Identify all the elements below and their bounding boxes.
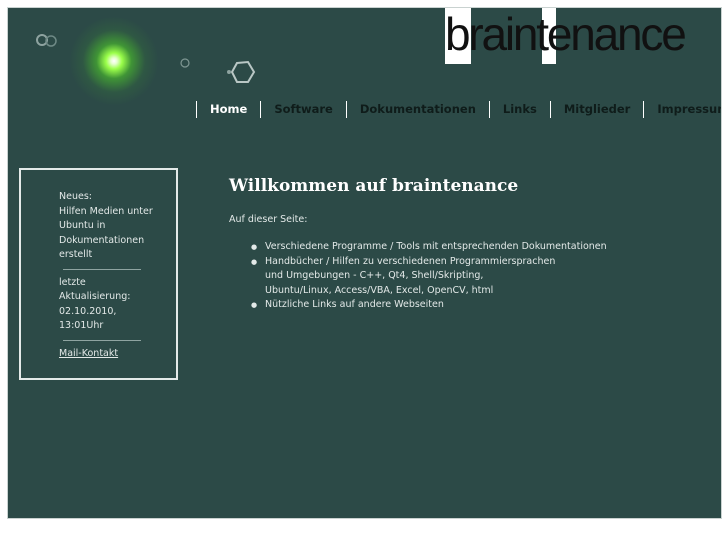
nav-impressum[interactable]: Impressum: [643, 100, 721, 118]
page-frame: braintenance Home Software Dokumentation…: [7, 7, 722, 519]
page-title: Willkommen auf braintenance: [229, 176, 519, 196]
logo-wordmark: braintenance: [445, 8, 687, 60]
update-block: letzte Aktualisierung: 02.10.2010, 13:01…: [59, 276, 154, 334]
list-item: Verschiedene Programme / Tools mit entsp…: [251, 240, 607, 255]
bubble-decoration-icon: [36, 34, 57, 47]
nav-home[interactable]: Home: [196, 100, 260, 118]
nav-links[interactable]: Links: [488, 100, 550, 118]
update-date: 02.10.2010,: [59, 305, 117, 317]
list-item: Nützliche Links auf andere Webseiten: [251, 298, 607, 313]
sidebar-divider: [63, 268, 141, 270]
sidebar-divider: [63, 339, 141, 341]
small-bubble-icon: [180, 58, 190, 68]
mail-contact-link[interactable]: Mail-Kontakt: [59, 348, 118, 359]
news-text: Hilfen Medien unter: [59, 205, 153, 217]
main-navigation: Home Software Dokumentationen Links Mitg…: [196, 100, 721, 118]
feature-list: Verschiedene Programme / Tools mit entsp…: [251, 240, 607, 313]
news-block: Neues: Hilfen Medien unter Ubuntu in Dok…: [59, 190, 154, 263]
nav-dokumentationen[interactable]: Dokumentationen: [345, 100, 489, 118]
news-text: erstellt: [59, 249, 93, 260]
info-sidebar: Neues: Hilfen Medien unter Ubuntu in Dok…: [19, 168, 178, 380]
update-label: Aktualisierung:: [59, 291, 131, 302]
hexagon-decoration-icon: [227, 60, 256, 83]
news-text: Ubuntu in: [59, 220, 106, 231]
site-logo[interactable]: braintenance: [445, 8, 715, 64]
glow-decoration-icon: [70, 17, 158, 105]
nav-software[interactable]: Software: [260, 100, 346, 118]
nav-mitglieder[interactable]: Mitglieder: [549, 100, 644, 118]
update-label: letzte: [59, 276, 86, 288]
news-text: Dokumentationen: [59, 234, 145, 246]
intro-text: Auf dieser Seite:: [229, 214, 308, 225]
list-item: Handbücher / Hilfen zu verschiedenen Pro…: [251, 255, 607, 299]
news-label: Neues:: [59, 191, 92, 202]
update-time: 13:01Uhr: [59, 320, 104, 331]
